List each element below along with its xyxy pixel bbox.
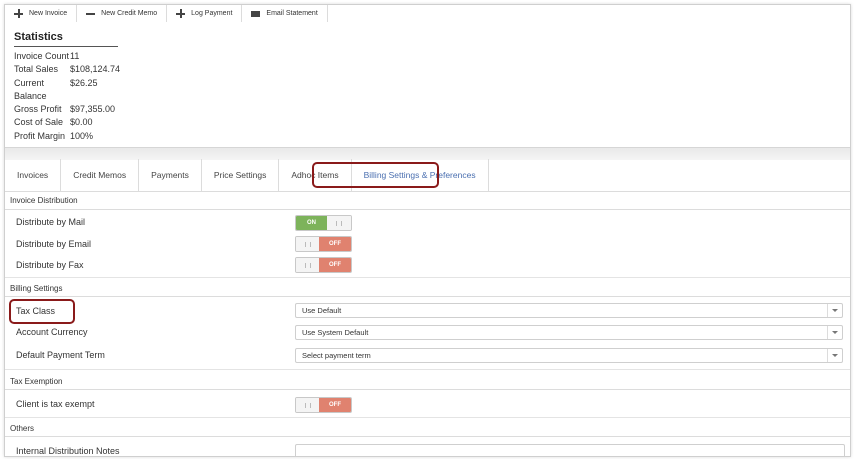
statistics-table: Invoice Count 11 Total Sales $108,124.74… bbox=[14, 50, 120, 143]
toggle-off-state: OFF bbox=[319, 398, 351, 412]
chevron-down-icon bbox=[827, 349, 842, 362]
toggle-knob bbox=[327, 216, 351, 230]
toggle-on-state: ON bbox=[296, 216, 327, 230]
log-payment-button[interactable]: Log Payment bbox=[167, 5, 243, 22]
email-statement-label: Email Statement bbox=[266, 10, 318, 17]
stat-row: Current $26.25 bbox=[14, 77, 120, 90]
stat-row: Profit Margin 100% bbox=[14, 130, 120, 143]
plus-icon bbox=[14, 9, 23, 18]
envelope-icon bbox=[251, 11, 261, 17]
payment-term-label: Default Payment Term bbox=[16, 350, 105, 360]
tab-invoices[interactable]: Invoices bbox=[5, 159, 62, 191]
account-currency-value: Use System Default bbox=[302, 328, 369, 337]
distribute-fax-toggle[interactable]: OFF bbox=[295, 257, 352, 273]
minus-icon bbox=[86, 9, 96, 18]
tab-payments[interactable]: Payments bbox=[139, 159, 202, 191]
stat-row: Gross Profit $97,355.00 bbox=[14, 103, 120, 116]
others-heading: Others bbox=[5, 417, 850, 437]
active-tab-highlight bbox=[312, 162, 439, 188]
invoice-distribution-heading: Invoice Distribution bbox=[5, 192, 850, 210]
stat-label: Cost of Sale bbox=[14, 117, 64, 128]
toggle-knob bbox=[296, 237, 319, 251]
stat-label: Gross Profit bbox=[14, 104, 62, 115]
stat-value: $26.25 bbox=[70, 77, 98, 88]
stat-label: Balance bbox=[14, 90, 47, 101]
distribution-notes-label: Internal Distribution Notes bbox=[16, 446, 120, 456]
email-statement-button[interactable]: Email Statement bbox=[242, 5, 328, 22]
statistics-title: Statistics bbox=[14, 31, 63, 43]
stat-value: $0.00 bbox=[70, 117, 93, 128]
stat-row: Cost of Sale $0.00 bbox=[14, 116, 120, 129]
stat-label: Current bbox=[14, 77, 45, 88]
stat-row: Invoice Count 11 bbox=[14, 50, 120, 63]
stat-label: Invoice Count bbox=[14, 51, 70, 61]
stat-row: Total Sales $108,124.74 bbox=[14, 63, 120, 76]
tax-exempt-toggle[interactable]: OFF bbox=[295, 397, 352, 413]
tax-class-value: Use Default bbox=[302, 306, 342, 315]
new-invoice-button[interactable]: New Invoice bbox=[5, 5, 78, 22]
tax-exemption-heading: Tax Exemption bbox=[5, 369, 850, 390]
stat-value: $108,124.74 bbox=[70, 64, 121, 75]
toggle-off-state: OFF bbox=[319, 237, 351, 251]
stat-label: Profit Margin bbox=[14, 130, 66, 141]
statistics-divider bbox=[14, 46, 118, 47]
tax-exempt-label: Client is tax exempt bbox=[16, 399, 95, 409]
new-credit-memo-label: New Credit Memo bbox=[101, 10, 158, 17]
billing-settings-heading: Billing Settings bbox=[5, 277, 850, 297]
toggle-off-state: OFF bbox=[319, 258, 351, 272]
stat-label: Total Sales bbox=[14, 64, 59, 75]
distribute-mail-toggle[interactable]: ON bbox=[295, 215, 352, 231]
stat-value: 11 bbox=[70, 51, 80, 61]
new-invoice-label: New Invoice bbox=[29, 10, 68, 17]
log-payment-label: Log Payment bbox=[191, 10, 233, 17]
distribute-email-label: Distribute by Email bbox=[16, 239, 92, 249]
payment-term-value: Select payment term bbox=[302, 351, 371, 360]
toggle-knob bbox=[296, 258, 319, 272]
stat-value: 100% bbox=[70, 130, 94, 141]
tab-credit-memos[interactable]: Credit Memos bbox=[61, 159, 140, 191]
chevron-down-icon bbox=[827, 326, 842, 339]
chevron-down-icon bbox=[827, 304, 842, 317]
tax-class-highlight bbox=[9, 299, 75, 324]
distribution-notes-input[interactable] bbox=[295, 444, 845, 456]
distribute-mail-label: Distribute by Mail bbox=[16, 217, 86, 227]
stat-row: Balance bbox=[14, 90, 120, 103]
plus-icon bbox=[176, 9, 186, 18]
tax-class-select[interactable]: Use Default bbox=[295, 303, 843, 318]
new-credit-memo-button[interactable]: New Credit Memo bbox=[77, 5, 168, 22]
account-currency-select[interactable]: Use System Default bbox=[295, 325, 843, 340]
payment-term-select[interactable]: Select payment term bbox=[295, 348, 843, 363]
account-currency-label: Account Currency bbox=[16, 327, 88, 337]
toggle-knob bbox=[296, 398, 319, 412]
tab-price-settings[interactable]: Price Settings bbox=[202, 159, 280, 191]
toolbar: New Invoice New Credit Memo Log Payment … bbox=[5, 5, 328, 22]
stat-value: $97,355.00 bbox=[70, 104, 116, 115]
distribute-fax-label: Distribute by Fax bbox=[16, 260, 84, 270]
distribute-email-toggle[interactable]: OFF bbox=[295, 236, 352, 252]
client-billing-panel: New Invoice New Credit Memo Log Payment … bbox=[4, 4, 851, 457]
